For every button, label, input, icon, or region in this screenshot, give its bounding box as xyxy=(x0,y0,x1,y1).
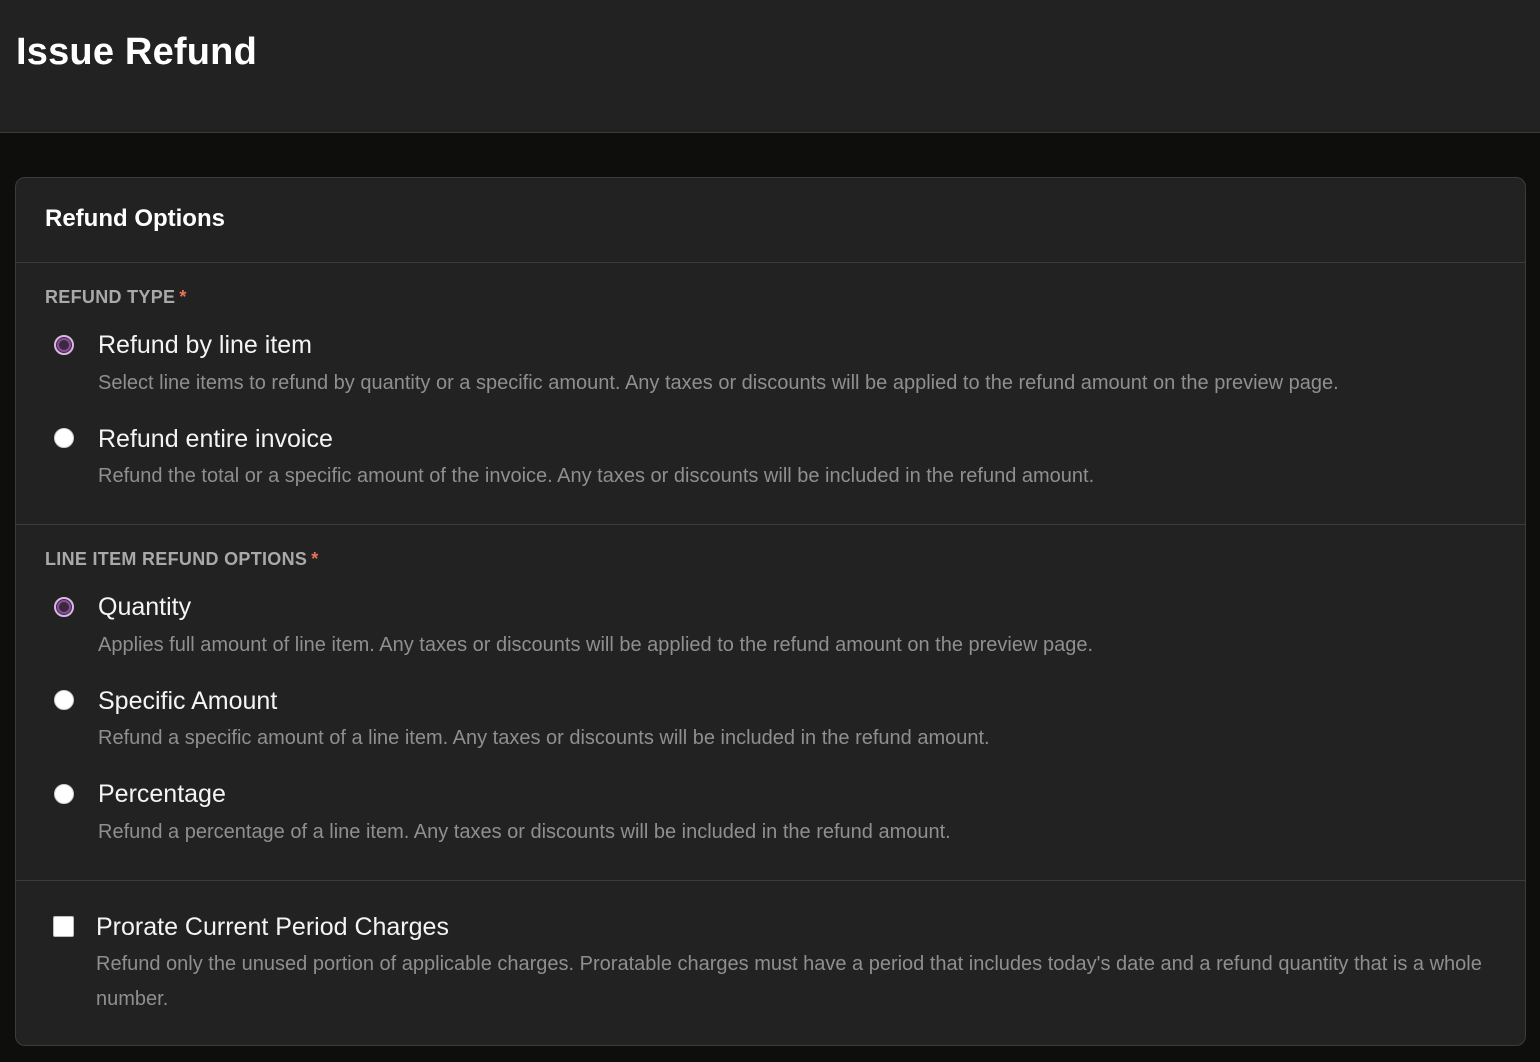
refund-entire-invoice-description: Refund the total or a specific amount of… xyxy=(98,465,1095,487)
prorate-checkbox[interactable] xyxy=(53,916,74,937)
page-title: Issue Refund xyxy=(16,31,257,73)
card-header: Refund Options xyxy=(16,178,1525,263)
quantity-description: Applies full amount of line item. Any ta… xyxy=(98,634,1094,656)
prorate-description: Refund only the unused portion of applic… xyxy=(96,953,1482,1010)
line-item-options-label-text: LINE ITEM REFUND OPTIONS xyxy=(45,549,308,569)
refund-entire-invoice-label[interactable]: Refund entire invoice xyxy=(98,425,333,454)
refund-options-card: Refund Options REFUND TYPE * Refund by li… xyxy=(15,177,1526,1046)
specific-amount-radio[interactable] xyxy=(54,690,74,710)
prorate-section: Prorate Current Period Charges Refund on… xyxy=(16,881,1525,1045)
card-title: Refund Options xyxy=(45,205,225,232)
refund-by-line-item-radio[interactable] xyxy=(54,335,74,355)
refund-type-label: REFUND TYPE * xyxy=(45,287,187,308)
prorate-label[interactable]: Prorate Current Period Charges xyxy=(96,913,449,942)
line-item-options-label: LINE ITEM REFUND OPTIONS * xyxy=(45,549,319,570)
line-item-refund-options-section: LINE ITEM REFUND OPTIONS * Quantity Appli… xyxy=(16,525,1525,881)
specific-amount-description: Refund a specific amount of a line item.… xyxy=(98,727,990,749)
required-asterisk: * xyxy=(179,287,187,307)
page-header: Issue Refund xyxy=(0,0,1540,133)
refund-type-label-text: REFUND TYPE xyxy=(45,287,176,307)
quantity-radio[interactable] xyxy=(54,597,74,617)
refund-type-section: REFUND TYPE * Refund by line item Select … xyxy=(16,263,1525,525)
refund-by-line-item-label[interactable]: Refund by line item xyxy=(98,331,312,360)
required-asterisk: * xyxy=(311,549,319,569)
percentage-description: Refund a percentage of a line item. Any … xyxy=(98,821,951,843)
quantity-label[interactable]: Quantity xyxy=(98,593,191,622)
refund-entire-invoice-radio[interactable] xyxy=(54,428,74,448)
refund-by-line-item-description: Select line items to refund by quantity … xyxy=(98,372,1339,394)
percentage-radio[interactable] xyxy=(54,784,74,804)
percentage-label[interactable]: Percentage xyxy=(98,780,226,809)
specific-amount-label[interactable]: Specific Amount xyxy=(98,687,277,716)
